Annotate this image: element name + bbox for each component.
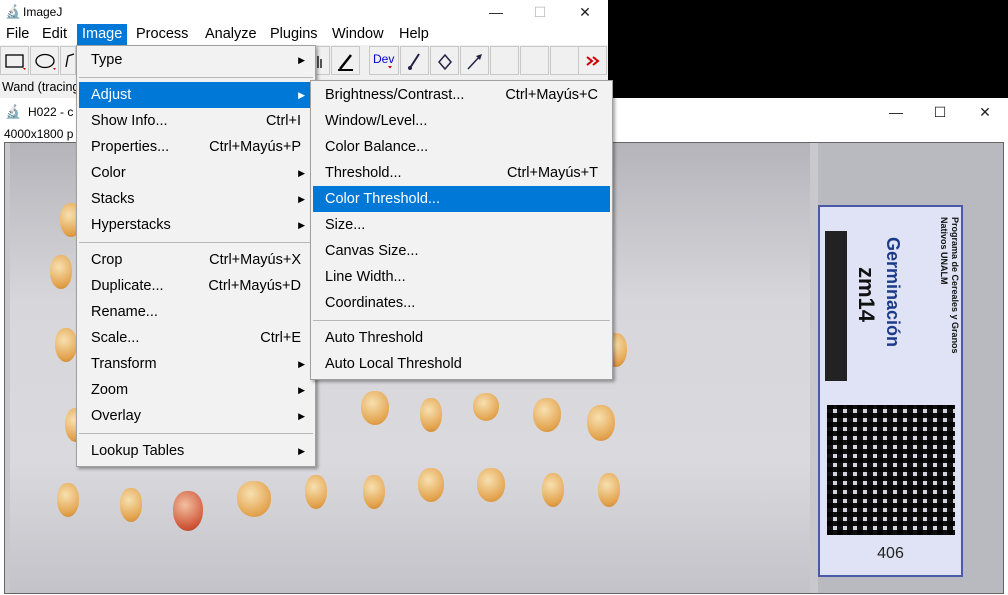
corn-kernel (587, 405, 615, 441)
menu-item-brightness-contrast[interactable]: Brightness/Contrast... Ctrl+Mayús+C (313, 82, 610, 108)
corn-kernel (120, 488, 142, 522)
corn-kernel (237, 481, 271, 517)
menu-process[interactable]: Process (131, 24, 193, 45)
menu-item-scale[interactable]: Scale... Ctrl+E (79, 325, 313, 351)
qr-code-icon (827, 405, 955, 535)
menu-item-threshold[interactable]: Threshold... Ctrl+Mayús+T (313, 160, 610, 186)
image-info-line: 4000x1800 p (4, 127, 74, 141)
menu-window[interactable]: Window (327, 24, 389, 45)
menu-help[interactable]: Help (394, 24, 434, 45)
submenu-arrow-icon: ▶ (298, 194, 305, 204)
polygon-tool-icon[interactable] (60, 46, 76, 75)
menu-image[interactable]: Image (77, 24, 128, 45)
brush-tool-icon[interactable] (400, 46, 429, 75)
menu-separator (313, 320, 610, 321)
submenu-arrow-icon: ▶ (298, 411, 305, 421)
corn-kernel (533, 398, 561, 432)
corn-kernel (420, 398, 442, 432)
menu-item-line-width[interactable]: Line Width... (313, 264, 610, 290)
corn-kernel (473, 393, 499, 421)
submenu-arrow-icon: ▶ (298, 168, 305, 178)
corn-kernel (305, 475, 327, 509)
menu-separator (79, 433, 313, 434)
menu-item-auto-local-threshold[interactable]: Auto Local Threshold (313, 351, 610, 377)
label-heading: Germinación (883, 237, 903, 348)
menu-item-zoom[interactable]: Zoom ▶ (79, 377, 313, 403)
menu-item-stacks[interactable]: Stacks ▶ (79, 186, 313, 212)
label-organization: Programa de Cereales y Granos Nativos UN… (939, 217, 960, 354)
menu-item-show-info[interactable]: Show Info... Ctrl+I (79, 108, 313, 134)
corn-kernel (598, 473, 620, 507)
menu-item-crop[interactable]: Crop Ctrl+Mayús+X (79, 247, 313, 273)
menu-item-color-balance[interactable]: Color Balance... (313, 134, 610, 160)
menu-item-type[interactable]: Type ▶ (79, 47, 313, 73)
arrow-tool-icon[interactable] (460, 46, 489, 75)
maximize-icon: ☐ (533, 4, 547, 20)
dev-tool-button[interactable]: Dev (369, 46, 399, 75)
menu-item-lookup-tables[interactable]: Lookup Tables ▶ (79, 438, 313, 464)
submenu-arrow-icon: ▶ (298, 55, 305, 65)
corn-kernel (363, 475, 385, 509)
ruler-scale (825, 231, 847, 381)
title-bar: 🔬 ImageJ — ☐ ✕ (0, 0, 608, 24)
submenu-arrow-icon: ▶ (298, 359, 305, 369)
label-number: 406 (877, 545, 904, 562)
minimize-icon[interactable]: — (874, 100, 918, 124)
menu-item-rename[interactable]: Rename... (79, 299, 313, 325)
menu-analyze[interactable]: Analyze (200, 24, 262, 45)
corn-kernel (477, 468, 505, 502)
submenu-arrow-icon: ▶ (298, 90, 305, 100)
menu-separator (79, 77, 313, 78)
empty-tool-slot[interactable] (490, 46, 519, 75)
image-menu-dropdown: Type ▶ Adjust ▶ Show Info... Ctrl+I Propert… (76, 45, 316, 467)
sample-label-card: Programa de Cereales y Granos Nativos UN… (818, 205, 963, 577)
close-icon[interactable]: ✕ (963, 100, 1007, 124)
flood-fill-tool-icon[interactable] (430, 46, 459, 75)
image-window-title: H022 - c (28, 105, 74, 119)
corn-kernel (418, 468, 444, 502)
corn-kernel (50, 255, 72, 289)
maximize-icon[interactable]: ☐ (918, 100, 962, 124)
menu-item-color[interactable]: Color ▶ (79, 160, 313, 186)
menu-item-auto-threshold[interactable]: Auto Threshold (313, 325, 610, 351)
menu-edit[interactable]: Edit (37, 24, 72, 45)
menu-file[interactable]: File (1, 24, 34, 45)
menu-separator (79, 242, 313, 243)
menu-item-canvas-size[interactable]: Canvas Size... (313, 238, 610, 264)
menu-item-duplicate[interactable]: Duplicate... Ctrl+Mayús+D (79, 273, 313, 299)
minimize-icon[interactable]: — (474, 0, 518, 24)
menu-item-color-threshold[interactable]: Color Threshold... (313, 186, 610, 212)
imagej-microscope-icon: 🔬 (5, 4, 22, 19)
menu-item-window-level[interactable]: Window/Level... (313, 108, 610, 134)
oval-tool-icon[interactable] (30, 46, 59, 75)
more-tools-icon[interactable] (578, 46, 607, 75)
corn-kernel (57, 483, 79, 517)
dropper-tool-icon[interactable] (331, 46, 360, 75)
submenu-arrow-icon: ▶ (298, 446, 305, 456)
corn-kernel (55, 328, 77, 362)
menu-item-properties[interactable]: Properties... Ctrl+Mayús+P (79, 134, 313, 160)
close-icon[interactable]: ✕ (563, 0, 607, 24)
corn-kernel (361, 391, 389, 425)
menu-item-coordinates[interactable]: Coordinates... (313, 290, 610, 316)
menu-item-overlay[interactable]: Overlay ▶ (79, 403, 313, 429)
menu-bar: File Edit Image Process Analyze Plugins … (0, 24, 608, 45)
menu-item-size[interactable]: Size... (313, 212, 610, 238)
corn-kernel (173, 491, 203, 531)
rectangle-tool-icon[interactable] (0, 46, 29, 75)
imagej-microscope-icon: 🔬 (5, 104, 22, 119)
menu-item-adjust[interactable]: Adjust ▶ (79, 82, 313, 108)
menu-plugins[interactable]: Plugins (265, 24, 323, 45)
window-title: ImageJ (23, 5, 63, 19)
menu-item-hyperstacks[interactable]: Hyperstacks ▶ (79, 212, 313, 238)
label-sample-code: zm14 (854, 267, 879, 323)
adjust-submenu: Brightness/Contrast... Ctrl+Mayús+C Windo… (310, 80, 613, 380)
menu-item-transform[interactable]: Transform ▶ (79, 351, 313, 377)
empty-tool-slot[interactable] (520, 46, 549, 75)
submenu-arrow-icon: ▶ (298, 220, 305, 230)
corn-kernel (542, 473, 564, 507)
empty-tool-slot[interactable] (550, 46, 579, 75)
submenu-arrow-icon: ▶ (298, 385, 305, 395)
